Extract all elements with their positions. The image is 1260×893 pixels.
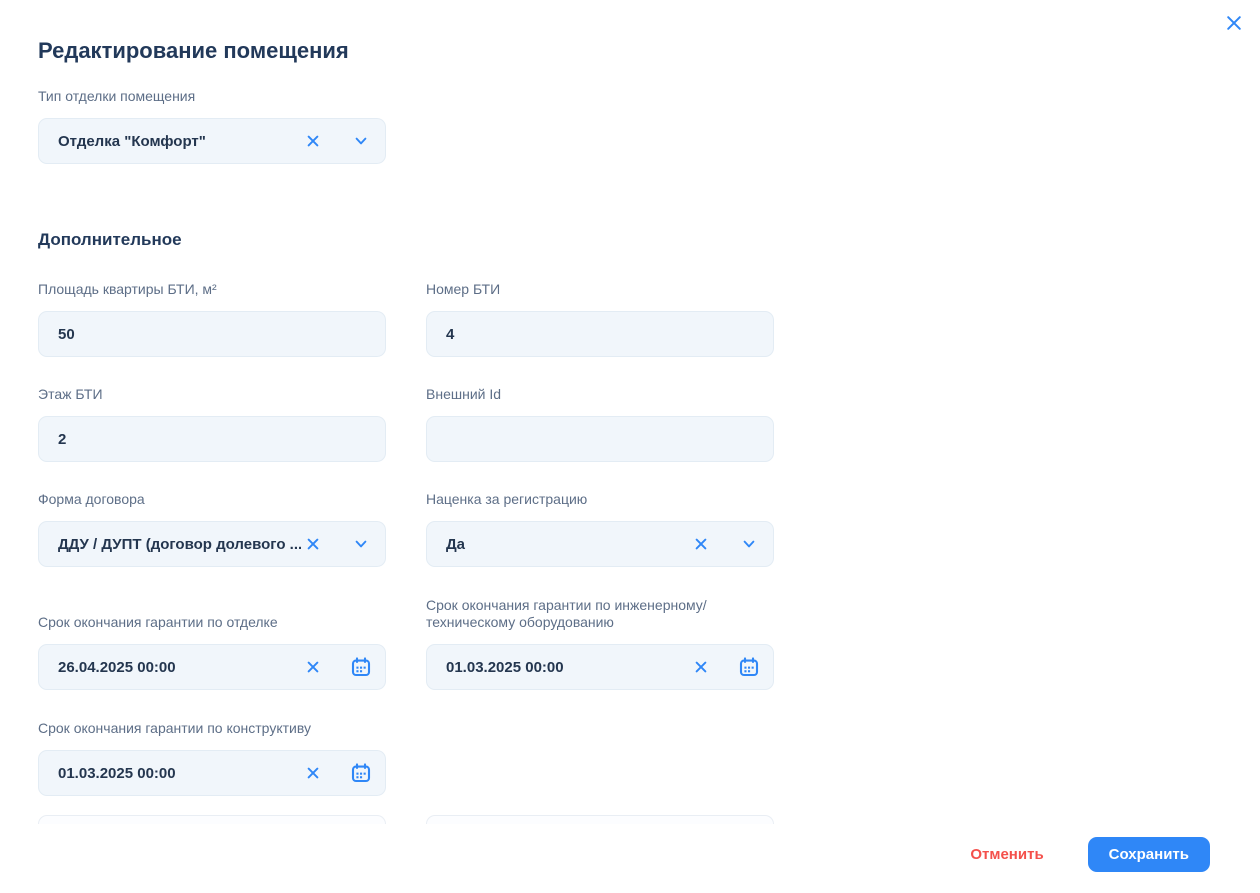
bti-number-label: Номер БТИ: [426, 281, 774, 298]
form-row: Этаж БТИ Внешний Id: [38, 386, 810, 462]
contract-form-value: ДДУ / ДУПТ (договор долевого ...: [58, 536, 301, 553]
cancel-button[interactable]: Отменить: [970, 846, 1043, 863]
clear-x-icon[interactable]: [689, 655, 713, 679]
registration-markup-select[interactable]: Да: [426, 521, 774, 567]
bti-floor-field: [38, 416, 386, 462]
edit-room-dialog: Редактирование помещения Тип отделки пом…: [0, 0, 1260, 893]
finish-type-value: Отделка "Комфорт": [58, 133, 301, 150]
engineering-warranty-value: 01.03.2025 00:00: [446, 659, 689, 676]
bti-number-field: [426, 311, 774, 357]
structural-warranty-value: 01.03.2025 00:00: [58, 765, 301, 782]
bti-area-input[interactable]: [58, 326, 373, 343]
dialog-title: Редактирование помещения: [38, 0, 810, 65]
form-row: Форма договора ДДУ / ДУПТ (договор долев…: [38, 491, 810, 567]
chevron-down-icon[interactable]: [737, 532, 761, 556]
field-registration-markup: Наценка за регистрацию Да: [426, 491, 774, 567]
engineering-warranty-datepicker[interactable]: 01.03.2025 00:00: [426, 644, 774, 690]
form-row-cutoff: [38, 815, 810, 824]
form-row: Площадь квартиры БТИ, м² Номер БТИ: [38, 281, 810, 357]
finish-type-select[interactable]: Отделка "Комфорт": [38, 118, 386, 164]
finish-type-label: Тип отделки помещения: [38, 88, 386, 105]
structural-warranty-datepicker[interactable]: 01.03.2025 00:00: [38, 750, 386, 796]
field-finish-type: Тип отделки помещения Отделка "Комфорт": [38, 88, 386, 164]
field-finish-warranty-end: Срок окончания гарантии по отделке 26.04…: [38, 597, 386, 690]
clear-x-icon[interactable]: [301, 129, 325, 153]
finish-warranty-value: 26.04.2025 00:00: [58, 659, 301, 676]
cutoff-field: [426, 815, 774, 824]
chevron-down-icon[interactable]: [349, 532, 373, 556]
field-bti-floor: Этаж БТИ: [38, 386, 386, 462]
external-id-input[interactable]: [446, 431, 761, 448]
calendar-icon[interactable]: [737, 655, 761, 679]
structural-warranty-label: Срок окончания гарантии по конструктиву: [38, 720, 386, 737]
form-row: Срок окончания гарантии по отделке 26.04…: [38, 597, 810, 690]
contract-form-label: Форма договора: [38, 491, 386, 508]
section-title: Дополнительное: [38, 229, 810, 250]
external-id-field: [426, 416, 774, 462]
field-bti-number: Номер БТИ: [426, 281, 774, 357]
contract-form-select[interactable]: ДДУ / ДУПТ (договор долевого ...: [38, 521, 386, 567]
clear-x-icon[interactable]: [301, 655, 325, 679]
field-external-id: Внешний Id: [426, 386, 774, 462]
bti-number-input[interactable]: [446, 326, 761, 343]
field-bti-area: Площадь квартиры БТИ, м²: [38, 281, 386, 357]
dialog-footer: Отменить Сохранить: [970, 836, 1210, 872]
calendar-icon[interactable]: [349, 761, 373, 785]
registration-markup-value: Да: [446, 536, 689, 553]
close-icon[interactable]: [1222, 11, 1246, 35]
engineering-warranty-label: Срок окончания гарантии по инженерному/ …: [426, 597, 774, 631]
clear-x-icon[interactable]: [301, 532, 325, 556]
clear-x-icon[interactable]: [689, 532, 713, 556]
clear-x-icon[interactable]: [301, 761, 325, 785]
finish-warranty-label: Срок окончания гарантии по отделке: [38, 614, 386, 631]
external-id-label: Внешний Id: [426, 386, 774, 403]
calendar-icon[interactable]: [349, 655, 373, 679]
field-structural-warranty-end: Срок окончания гарантии по конструктиву …: [38, 720, 386, 796]
field-engineering-warranty-end: Срок окончания гарантии по инженерному/ …: [426, 597, 774, 690]
save-button[interactable]: Сохранить: [1088, 837, 1210, 872]
bti-area-field: [38, 311, 386, 357]
bti-floor-label: Этаж БТИ: [38, 386, 386, 403]
registration-markup-label: Наценка за регистрацию: [426, 491, 774, 508]
bti-area-label: Площадь квартиры БТИ, м²: [38, 281, 386, 298]
bti-floor-input[interactable]: [58, 431, 373, 448]
finish-warranty-datepicker[interactable]: 26.04.2025 00:00: [38, 644, 386, 690]
cutoff-field: [38, 815, 386, 824]
field-contract-form: Форма договора ДДУ / ДУПТ (договор долев…: [38, 491, 386, 567]
chevron-down-icon[interactable]: [349, 129, 373, 153]
form-row: Срок окончания гарантии по конструктиву …: [38, 720, 810, 796]
